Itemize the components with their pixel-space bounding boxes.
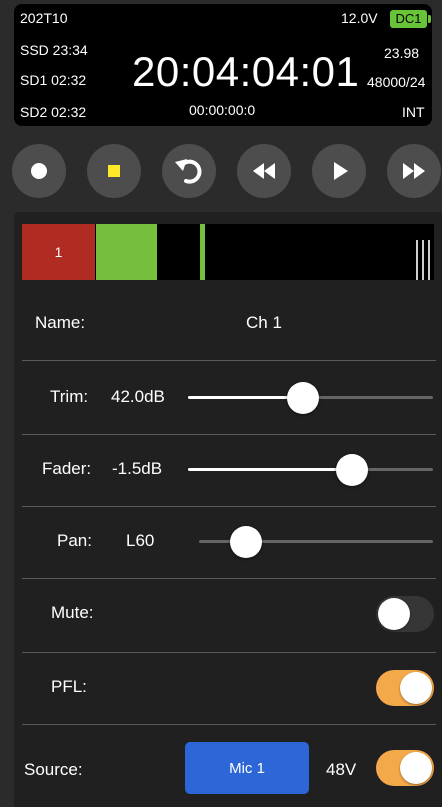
trim-label: Trim: xyxy=(50,387,89,406)
channel-number: 1 xyxy=(54,244,63,260)
mute-toggle[interactable] xyxy=(376,596,434,632)
play-icon xyxy=(334,162,348,180)
fast-forward-icon xyxy=(403,163,425,179)
divider xyxy=(22,360,436,361)
play-button[interactable] xyxy=(312,144,366,198)
meter-tick xyxy=(428,240,430,280)
status-panel: 202T10 12.0V DC1 SSD 23:34 SD1 02:32 20:… xyxy=(14,4,432,126)
sample-format: 48000/24 xyxy=(367,74,426,90)
name-row: Name: Ch 1 xyxy=(14,288,442,360)
undo-icon xyxy=(175,159,202,184)
fader-slider-fill xyxy=(188,468,353,471)
channel-panel: 1 Name: Ch 1 Trim: 42.0dB Fader: -1.5dB … xyxy=(14,212,442,807)
trim-value: 42.0dB xyxy=(111,387,165,406)
phantom-power-label: 48V xyxy=(326,760,357,779)
pfl-toggle[interactable] xyxy=(376,670,434,706)
channel-name-field[interactable]: Ch 1 xyxy=(246,313,282,333)
sd1-remaining: SD1 02:32 xyxy=(20,72,87,88)
timecode-display: 20:04:04:01 xyxy=(132,48,360,95)
trim-row: Trim: 42.0dB xyxy=(14,362,442,434)
pan-label: Pan: xyxy=(57,531,92,550)
mute-row: Mute: xyxy=(14,578,442,650)
divider xyxy=(22,724,436,725)
trim-slider-fill xyxy=(188,396,304,399)
meter-tick xyxy=(422,240,424,280)
toggle-knob xyxy=(378,598,410,630)
pan-row: Pan: L60 xyxy=(14,506,442,578)
source-row: Source: Mic 1 48V xyxy=(14,726,442,798)
frame-rate: 23.98 xyxy=(384,45,420,61)
meter-peak-marker xyxy=(200,224,205,280)
fader-label: Fader: xyxy=(42,459,92,478)
trim-slider-thumb[interactable] xyxy=(287,382,320,414)
sd2-remaining: SD2 02:32 xyxy=(20,104,87,120)
stop-icon xyxy=(108,165,120,177)
rewind-icon xyxy=(253,163,275,179)
ssd-remaining: SSD 23:34 xyxy=(20,42,88,58)
toggle-knob xyxy=(400,752,432,784)
fader-slider-thumb[interactable] xyxy=(336,454,369,486)
record-icon xyxy=(31,163,47,179)
name-label: Name: xyxy=(35,313,86,332)
rewind-button[interactable] xyxy=(237,144,291,198)
channel-arm-indicator[interactable]: 1 xyxy=(22,224,95,280)
fader-row: Fader: -1.5dB xyxy=(14,434,442,506)
channel-meter: 1 xyxy=(22,224,434,280)
record-button[interactable] xyxy=(12,144,66,198)
pan-slider-thumb[interactable] xyxy=(229,526,262,558)
battery-badge: DC1 xyxy=(390,10,431,28)
meter-level-block xyxy=(96,224,157,280)
transport-bar xyxy=(0,140,442,200)
scene-take-label: 202T10 xyxy=(20,10,68,26)
fader-value: -1.5dB xyxy=(112,459,163,478)
tc-mode: INT xyxy=(402,104,425,120)
pfl-label: PFL: xyxy=(51,677,87,696)
phantom-power-toggle[interactable] xyxy=(376,750,434,786)
pfl-row: PFL: xyxy=(14,652,442,724)
pan-value: L60 xyxy=(126,531,155,550)
fast-forward-button[interactable] xyxy=(387,144,441,198)
undo-button[interactable] xyxy=(162,144,216,198)
source-label: Source: xyxy=(24,760,83,779)
voltage-readout: 12.0V xyxy=(341,10,378,26)
toggle-knob xyxy=(400,672,432,704)
stop-button[interactable] xyxy=(87,144,141,198)
source-select-button[interactable]: Mic 1 xyxy=(185,742,309,794)
fader-slider[interactable] xyxy=(188,468,433,471)
user-bits: 00:00:00:0 xyxy=(189,102,256,118)
meter-tick xyxy=(416,240,418,280)
mute-label: Mute: xyxy=(51,603,94,622)
